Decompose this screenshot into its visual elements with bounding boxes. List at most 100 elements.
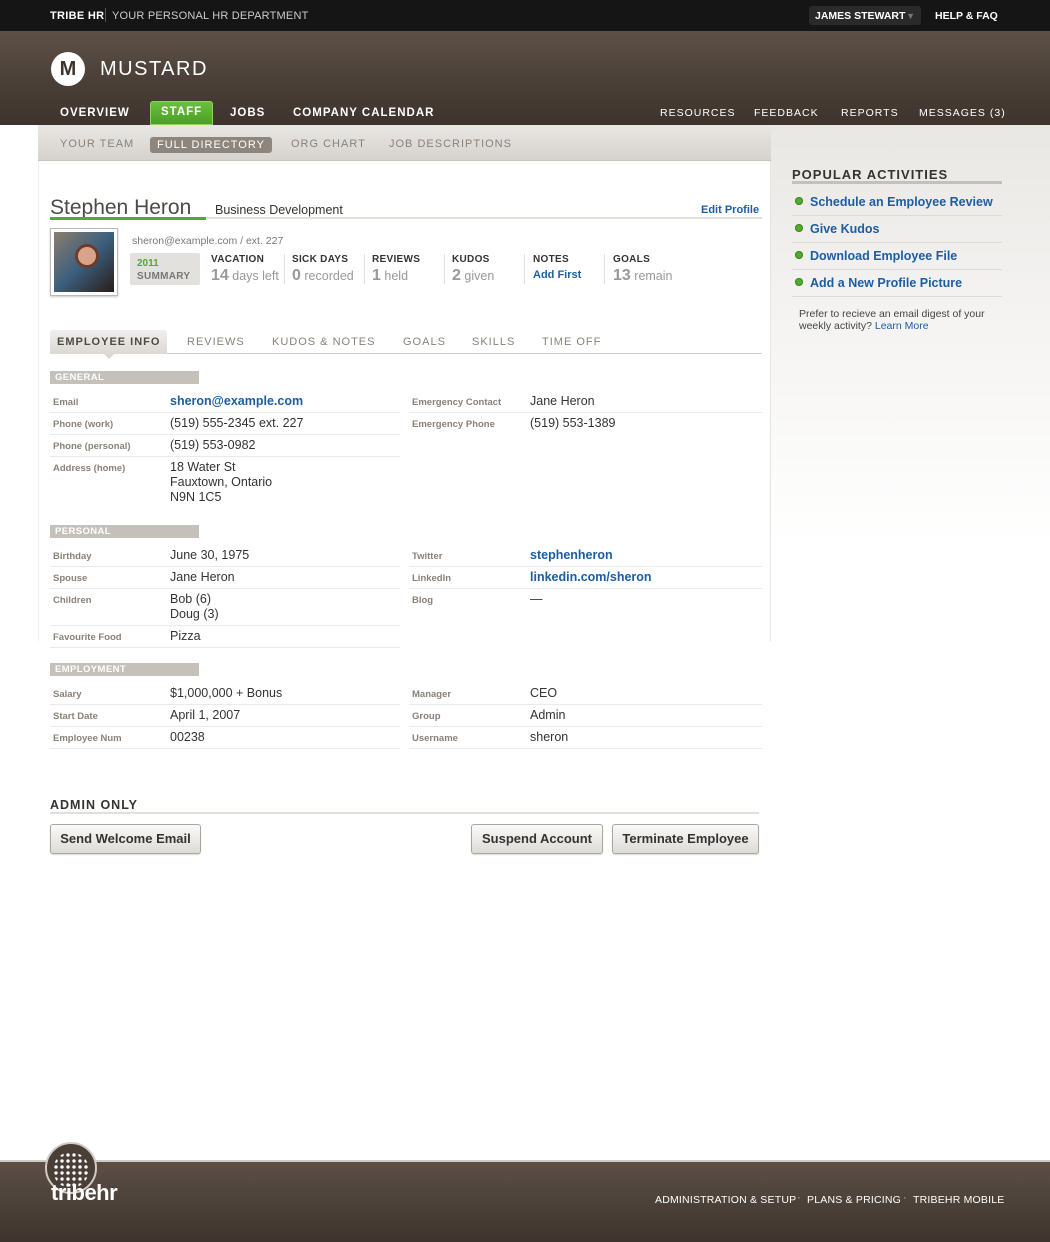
field-phone-personal: Phone (personal) (519) 553-0982	[50, 435, 400, 457]
linkedin-link[interactable]: linkedin.com/sheron	[530, 570, 652, 585]
stat-text: days left	[232, 269, 279, 283]
stat-label: REVIEWS	[372, 254, 421, 265]
field-spouse: Spouse Jane Heron	[50, 567, 400, 589]
activity-label[interactable]: Download Employee File	[810, 249, 957, 263]
field-label: Group	[412, 711, 441, 722]
tab-kudos-notes[interactable]: KUDOS & NOTES	[272, 336, 375, 348]
nav-messages[interactable]: MESSAGES (3)	[919, 107, 1006, 119]
divider	[50, 812, 759, 814]
stat-label: VACATION	[211, 254, 265, 265]
footer-link-administration[interactable]: ADMINISTRATION & SETUP	[655, 1194, 796, 1206]
field-label: LinkedIn	[412, 573, 452, 584]
divider	[604, 254, 605, 284]
field-label: Twitter	[412, 551, 443, 562]
activity-label[interactable]: Add a New Profile Picture	[810, 276, 962, 290]
field-label: Blog	[412, 595, 434, 606]
suspend-account-button[interactable]: Suspend Account	[471, 824, 603, 854]
learn-more-link[interactable]: Learn More	[875, 320, 929, 332]
avatar[interactable]	[50, 228, 118, 296]
activity-download-file[interactable]: Download Employee File	[792, 243, 1002, 270]
contact-line: sheron@example.com / ext. 227	[132, 235, 284, 247]
field-label: Emergency Phone	[412, 419, 495, 430]
help-link[interactable]: HELP & FAQ	[935, 10, 998, 22]
nav-staff[interactable]: STAFF	[150, 101, 214, 125]
divider	[206, 217, 762, 219]
tab-skills[interactable]: SKILLS	[472, 336, 515, 348]
nav-feedback[interactable]: FEEDBACK	[754, 107, 819, 119]
name-underline	[50, 217, 206, 220]
field-birthday: Birthday June 30, 1975	[50, 545, 400, 567]
field-value: April 1, 2007	[170, 708, 241, 722]
nav-company-calendar[interactable]: COMPANY CALENDAR	[293, 107, 434, 119]
tab-reviews[interactable]: REVIEWS	[187, 336, 245, 348]
top-bar: TRIBE HR YOUR PERSONAL HR DEPARTMENT JAM…	[0, 0, 1050, 31]
field-twitter: Twitter stephenheron	[409, 545, 762, 567]
field-value: Bob (6) Doug (3)	[170, 592, 219, 622]
divider	[792, 181, 1002, 184]
stat-text: remain	[634, 269, 673, 283]
tagline: YOUR PERSONAL HR DEPARTMENT	[112, 10, 309, 22]
nav-reports[interactable]: REPORTS	[841, 107, 899, 119]
activity-label[interactable]: Schedule an Employee Review	[810, 195, 993, 209]
subnav-org-chart[interactable]: ORG CHART	[291, 138, 366, 150]
footer-logo[interactable]: tribehr	[51, 1180, 118, 1206]
field-label: Employee Num	[53, 733, 122, 744]
field-label: Address (home)	[53, 463, 126, 474]
user-menu[interactable]: JAMES STEWART ▼	[809, 6, 921, 25]
activity-label[interactable]: Give Kudos	[810, 222, 879, 236]
divider	[524, 254, 525, 284]
divider	[284, 254, 285, 284]
field-blog: Blog —	[409, 589, 762, 611]
user-name: JAMES STEWART	[815, 10, 906, 22]
nav-overview[interactable]: OVERVIEW	[60, 107, 130, 119]
digest-note: Prefer to recieve an email digest of you…	[799, 308, 1004, 332]
separator-dot: ·	[797, 1192, 801, 1204]
edit-profile-link[interactable]: Edit Profile	[701, 204, 759, 216]
field-label: Salary	[53, 689, 82, 700]
field-manager: Manager CEO	[409, 683, 762, 705]
send-welcome-email-button[interactable]: Send Welcome Email	[50, 824, 201, 854]
field-value: (519) 553-0982	[170, 438, 256, 452]
address-line: N9N 1C5	[170, 490, 222, 504]
stat-number: 1	[372, 267, 381, 284]
main-nav: OVERVIEW STAFF JOBS COMPANY CALENDAR RES…	[0, 101, 1050, 125]
terminate-employee-button[interactable]: Terminate Employee	[612, 824, 759, 854]
activity-add-picture[interactable]: Add a New Profile Picture	[792, 270, 1002, 297]
stat-kudos: KUDOS 2 given	[452, 254, 494, 285]
bullet-icon	[795, 251, 803, 259]
stat-vacation: VACATION 14 days left	[211, 254, 279, 285]
chevron-down-icon: ▼	[906, 11, 915, 21]
footer-link-mobile[interactable]: TRIBEHR MOBILE	[913, 1194, 1004, 1206]
nav-resources[interactable]: RESOURCES	[660, 107, 736, 119]
field-label: Phone (work)	[53, 419, 114, 430]
field-label: Spouse	[53, 573, 88, 584]
twitter-link[interactable]: stephenheron	[530, 548, 613, 563]
subnav-full-directory[interactable]: FULL DIRECTORY	[150, 137, 272, 153]
field-value: 00238	[170, 730, 205, 744]
profile-department: Business Development	[215, 203, 343, 217]
subnav-job-descriptions[interactable]: JOB DESCRIPTIONS	[389, 138, 512, 150]
brand-label[interactable]: TRIBE HR	[50, 10, 104, 22]
footer-link-plans[interactable]: PLANS & PRICING	[807, 1194, 901, 1206]
divider	[444, 254, 445, 284]
tab-goals[interactable]: GOALS	[403, 336, 446, 348]
bullet-icon	[795, 224, 803, 232]
field-emergency-contact: Emergency Contact Jane Heron	[409, 391, 762, 413]
tab-time-off[interactable]: TIME OFF	[542, 336, 601, 348]
field-children: Children Bob (6) Doug (3)	[50, 589, 400, 626]
field-value: Admin	[530, 708, 566, 722]
address-line: 18 Water St	[170, 460, 236, 474]
company-logo-icon[interactable]: M	[51, 52, 85, 86]
tab-employee-info[interactable]: EMPLOYEE INFO	[50, 330, 168, 354]
activity-give-kudos[interactable]: Give Kudos	[792, 216, 1002, 243]
email-link[interactable]: sheron@example.com	[170, 394, 303, 409]
summary-badge: 2011 SUMMARY	[130, 253, 200, 285]
activity-schedule-review[interactable]: Schedule an Employee Review	[792, 189, 1002, 216]
stat-text: held	[384, 269, 409, 283]
subnav-your-team[interactable]: YOUR TEAM	[60, 138, 134, 150]
nav-jobs[interactable]: JOBS	[230, 107, 265, 119]
field-start-date: Start Date April 1, 2007	[50, 705, 400, 727]
field-favourite-food: Favourite Food Pizza	[50, 626, 400, 648]
company-name[interactable]: MUSTARD	[100, 58, 208, 81]
add-note-link[interactable]: Add First	[533, 269, 581, 281]
